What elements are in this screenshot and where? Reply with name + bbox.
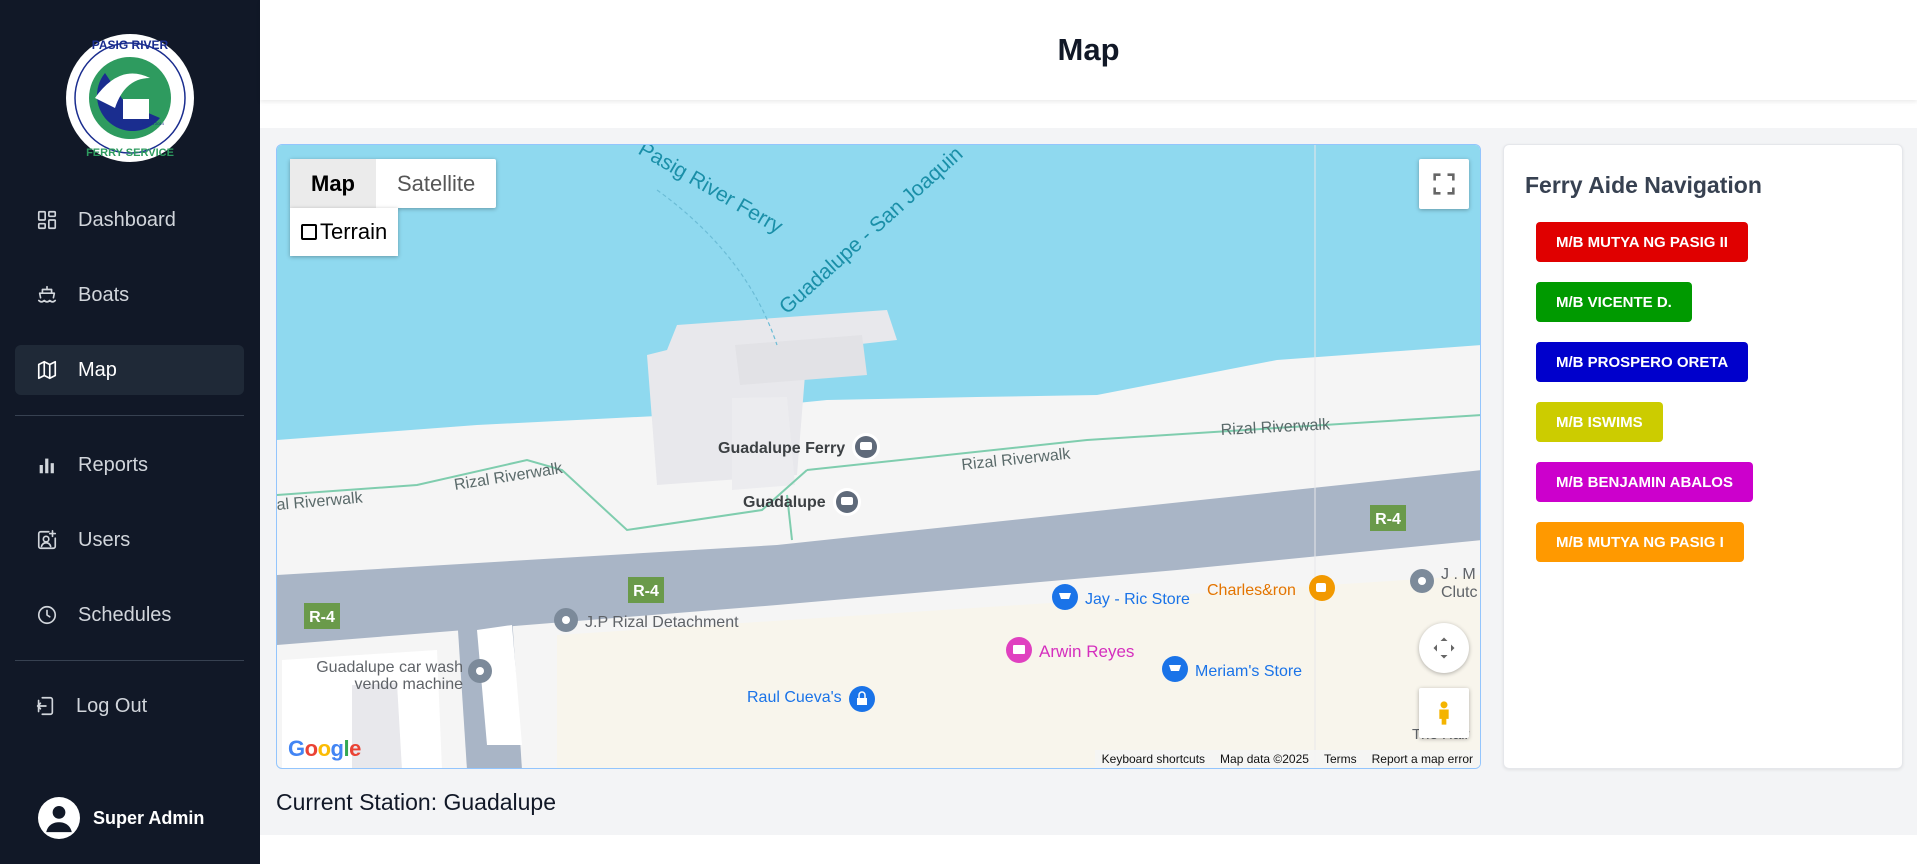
sidebar-item-reports[interactable]: Reports xyxy=(15,440,244,490)
page-header: Map xyxy=(260,0,1917,100)
ferry-station-icon[interactable] xyxy=(852,433,880,461)
terms-link[interactable]: Terms xyxy=(1324,752,1357,766)
svg-text:R-4: R-4 xyxy=(1375,511,1401,528)
svg-text:R-4: R-4 xyxy=(309,609,335,626)
sidebar-divider xyxy=(15,415,244,416)
cafe-pin-icon[interactable] xyxy=(1309,575,1335,601)
user-name: Super Admin xyxy=(93,807,205,828)
poi-pin-icon[interactable] xyxy=(468,659,492,683)
boat-icon xyxy=(35,283,59,307)
terrain-checkbox[interactable]: Terrain xyxy=(290,208,399,256)
sidebar-item-boats[interactable]: Boats xyxy=(15,270,244,320)
bar-chart-icon xyxy=(35,453,59,477)
map-canvas[interactable]: Pasig River Ferry Guadalupe - San Joaqui… xyxy=(277,145,1481,769)
map-label-raul: Raul Cueva's xyxy=(747,689,842,706)
ferry-button-benjamin-abalos[interactable]: M/B BENJAMIN ABALOS xyxy=(1536,462,1753,502)
sidebar-item-label: Users xyxy=(78,528,131,551)
sidebar-item-label: Boats xyxy=(78,283,130,306)
map-label-guadalupe-ferry: Guadalupe Ferry xyxy=(718,440,845,457)
sidebar-item-label: Map xyxy=(78,358,117,381)
avatar xyxy=(38,797,80,839)
panel-title: Ferry Aide Navigation xyxy=(1525,172,1762,198)
sidebar-item-label: Reports xyxy=(78,453,149,476)
shopping-pin-icon[interactable] xyxy=(1162,656,1188,682)
sidebar: PASIG RIVER FERRY SERVICE MMDA 2014 Dash… xyxy=(0,0,260,864)
poi-pin-icon[interactable] xyxy=(1410,569,1434,593)
map-icon xyxy=(35,358,59,382)
svg-text:MMDA 2014: MMDA 2014 xyxy=(142,121,165,126)
map-footer: Keyboard shortcuts Map data ©2025 Terms … xyxy=(1094,750,1480,768)
map-label-jm-clutch: Clutc xyxy=(1441,584,1477,601)
road-shield: R-4 xyxy=(1370,505,1406,531)
dashboard-icon xyxy=(35,208,59,232)
checkbox-icon xyxy=(301,224,317,240)
svg-text:R-4: R-4 xyxy=(633,583,659,600)
map-view[interactable]: Pasig River Ferry Guadalupe - San Joaqui… xyxy=(276,144,1481,769)
ferry-button-vicente-d[interactable]: M/B VICENTE D. xyxy=(1536,282,1692,322)
road-shield: R-4 xyxy=(304,603,340,629)
fullscreen-icon xyxy=(1433,173,1455,195)
map-label-meriam: Meriam's Store xyxy=(1195,663,1302,680)
pan-arrows-icon xyxy=(1433,637,1455,659)
google-logo: Google xyxy=(288,736,361,761)
map-label-jp-rizal: J.P Rizal Detachment xyxy=(585,614,739,631)
sidebar-item-dashboard[interactable]: Dashboard xyxy=(15,195,244,245)
shop-pin-icon[interactable] xyxy=(1006,637,1032,663)
pasig-river-ferry-logo: PASIG RIVER FERRY SERVICE MMDA 2014 xyxy=(65,33,195,163)
svg-text:PASIG RIVER: PASIG RIVER xyxy=(92,38,169,52)
map-label-carwash: vendo machine xyxy=(354,676,463,693)
ferry-station-icon[interactable] xyxy=(833,488,861,516)
ferry-button-iswims[interactable]: M/B ISWIMS xyxy=(1536,402,1663,442)
logout-button[interactable]: Log Out xyxy=(15,681,244,731)
sidebar-item-map[interactable]: Map xyxy=(15,345,244,395)
sidebar-item-users[interactable]: Users xyxy=(15,515,244,565)
sidebar-item-schedules[interactable]: Schedules xyxy=(15,590,244,640)
map-label-charles-ron: Charles&ron xyxy=(1207,582,1296,599)
page-title: Map xyxy=(1057,32,1120,67)
logout-label: Log Out xyxy=(76,694,148,717)
map-data-text: Map data ©2025 xyxy=(1220,752,1309,766)
camera-control-button[interactable] xyxy=(1419,623,1469,673)
ferry-aide-panel: Ferry Aide Navigation M/B MUTYA NG PASIG… xyxy=(1503,144,1903,769)
fullscreen-button[interactable] xyxy=(1419,159,1469,209)
road-shield: R-4 xyxy=(628,577,664,603)
map-label-jay-ric: Jay - Ric Store xyxy=(1085,591,1190,608)
svg-text:FERRY SERVICE: FERRY SERVICE xyxy=(86,147,174,159)
shopping-pin-icon[interactable] xyxy=(1052,584,1078,610)
terrain-label: Terrain xyxy=(320,219,388,244)
map-type-map-button[interactable]: Map xyxy=(290,159,376,208)
sidebar-item-label: Schedules xyxy=(78,603,172,626)
user-icon xyxy=(46,805,72,833)
poi-pin-icon[interactable] xyxy=(554,608,578,632)
map-label-jm-clutch: J . M xyxy=(1441,566,1476,583)
logout-icon xyxy=(33,694,57,718)
ferry-button-mutya-ng-pasig-ii[interactable]: M/B MUTYA NG PASIG II xyxy=(1536,222,1748,262)
map-label-riverwalk: Rizal Riverwalk xyxy=(961,446,1073,474)
ferry-button-prospero-oreta[interactable]: M/B PROSPERO ORETA xyxy=(1536,342,1749,382)
ferry-button-mutya-ng-pasig-i[interactable]: M/B MUTYA NG PASIG I xyxy=(1536,522,1744,562)
pegman-icon xyxy=(1439,701,1449,725)
keyboard-shortcuts-link[interactable]: Keyboard shortcuts xyxy=(1102,752,1205,766)
lock-pin-icon[interactable] xyxy=(849,686,875,712)
street-view-pegman[interactable] xyxy=(1419,688,1469,738)
user-profile[interactable]: Super Admin xyxy=(38,797,204,839)
map-type-toggle: Map Satellite xyxy=(290,159,497,208)
map-type-satellite-button[interactable]: Satellite xyxy=(376,159,496,208)
map-label-carwash: Guadalupe car wash xyxy=(316,659,463,676)
users-icon xyxy=(35,528,59,552)
sidebar-divider xyxy=(15,660,244,661)
sidebar-item-label: Dashboard xyxy=(78,208,176,231)
current-station: Current Station: Guadalupe xyxy=(276,789,557,815)
clock-icon xyxy=(35,603,59,627)
map-label-arwin: Arwin Reyes xyxy=(1039,642,1134,661)
map-label-guadalupe: Guadalupe xyxy=(743,494,826,511)
report-map-error-link[interactable]: Report a map error xyxy=(1372,752,1473,766)
